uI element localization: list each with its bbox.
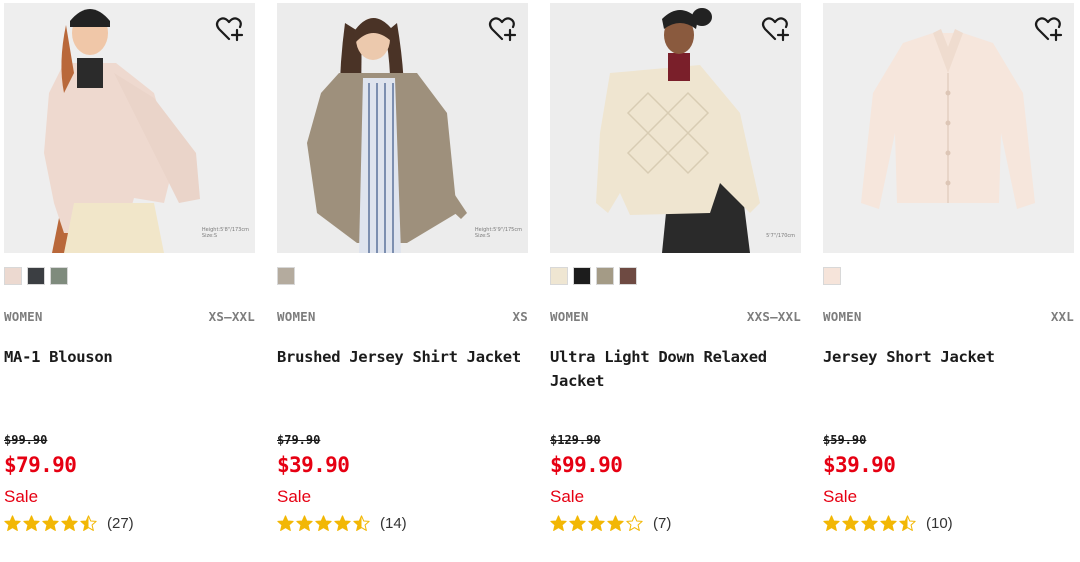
- sale-label: Sale: [550, 487, 585, 506]
- product-card[interactable]: Height:5'9"/175cm Size:S WOMEN XS Brushe…: [277, 3, 528, 543]
- review-count: (14): [380, 514, 407, 532]
- color-swatch[interactable]: [550, 267, 568, 285]
- model-size-caption: 5'7"/170cm: [766, 233, 795, 239]
- review-count: (7): [653, 514, 672, 532]
- sale-label: Sale: [277, 487, 312, 506]
- add-to-wishlist-heart-plus-icon[interactable]: [215, 15, 245, 43]
- product-card[interactable]: WOMEN XXL Jersey Short Jacket $59.90 $39…: [823, 3, 1074, 543]
- sale-label: Sale: [4, 487, 39, 506]
- star-full-icon: [569, 514, 586, 531]
- color-swatch[interactable]: [50, 267, 68, 285]
- rating[interactable]: (27): [4, 512, 134, 534]
- color-swatch[interactable]: [277, 267, 295, 285]
- product-name[interactable]: Jersey Short Jacket: [823, 345, 1074, 369]
- star-full-icon: [588, 514, 605, 531]
- star-rating: [277, 514, 370, 532]
- color-swatches: [550, 267, 637, 285]
- product-grid: Height:5'8"/173cm Size:S WOMEN XS–XXL MA…: [0, 0, 1080, 562]
- add-to-wishlist-heart-plus-icon[interactable]: [488, 15, 518, 43]
- model-size-caption: Height:5'8"/173cm Size:S: [201, 227, 249, 239]
- star-full-icon: [861, 514, 878, 531]
- size-range: XXL: [1050, 309, 1074, 324]
- sale-price: $99.90: [550, 453, 623, 477]
- color-swatches: [823, 267, 841, 285]
- product-name[interactable]: Ultra Light Down Relaxed Jacket: [550, 345, 801, 393]
- star-full-icon: [334, 514, 351, 531]
- product-image[interactable]: [823, 3, 1074, 253]
- star-empty-icon: [626, 514, 643, 531]
- star-rating: [4, 514, 97, 532]
- star-full-icon: [550, 514, 567, 531]
- rating[interactable]: (7): [550, 512, 671, 534]
- add-to-wishlist-heart-plus-icon[interactable]: [761, 15, 791, 43]
- product-meta: WOMEN XXL: [823, 309, 1074, 325]
- color-swatch[interactable]: [619, 267, 637, 285]
- color-swatch[interactable]: [27, 267, 45, 285]
- star-full-icon: [823, 514, 840, 531]
- review-count: (27): [107, 514, 134, 532]
- original-price: $99.90: [4, 433, 48, 447]
- star-full-icon: [23, 514, 40, 531]
- sale-price: $39.90: [277, 453, 350, 477]
- star-full-icon: [42, 514, 59, 531]
- add-to-wishlist-heart-plus-icon[interactable]: [1034, 15, 1064, 43]
- rating[interactable]: (14): [277, 512, 407, 534]
- star-rating: [823, 514, 916, 532]
- star-full-icon: [880, 514, 897, 531]
- sale-label: Sale: [823, 487, 858, 506]
- sale-price: $39.90: [823, 453, 896, 477]
- star-full-icon: [842, 514, 859, 531]
- gender-label: WOMEN: [277, 309, 316, 324]
- product-meta: WOMEN XS: [277, 309, 528, 325]
- color-swatch[interactable]: [573, 267, 591, 285]
- product-name[interactable]: MA-1 Blouson: [4, 345, 255, 369]
- color-swatch[interactable]: [823, 267, 841, 285]
- product-image[interactable]: 5'7"/170cm: [550, 3, 801, 253]
- review-count: (10): [926, 514, 953, 532]
- original-price: $129.90: [550, 433, 601, 447]
- star-half-icon: [80, 514, 97, 531]
- star-full-icon: [607, 514, 624, 531]
- color-swatches: [4, 267, 68, 285]
- original-price: $79.90: [277, 433, 321, 447]
- color-swatch[interactable]: [596, 267, 614, 285]
- product-meta: WOMEN XXS–XXL: [550, 309, 801, 325]
- product-card[interactable]: Height:5'8"/173cm Size:S WOMEN XS–XXL MA…: [4, 3, 255, 543]
- star-full-icon: [315, 514, 332, 531]
- product-card[interactable]: 5'7"/170cm WOMEN XXS–XXL Ultra Light Dow…: [550, 3, 801, 543]
- model-size-caption: Height:5'9"/175cm Size:S: [474, 227, 522, 239]
- star-full-icon: [277, 514, 294, 531]
- gender-label: WOMEN: [550, 309, 589, 324]
- star-full-icon: [4, 514, 21, 531]
- gender-label: WOMEN: [823, 309, 862, 324]
- product-image[interactable]: Height:5'9"/175cm Size:S: [277, 3, 528, 253]
- color-swatches: [277, 267, 295, 285]
- size-range: XS: [512, 309, 528, 324]
- product-meta: WOMEN XS–XXL: [4, 309, 255, 325]
- star-half-icon: [899, 514, 916, 531]
- size-range: XS–XXL: [208, 309, 255, 324]
- star-rating: [550, 514, 643, 532]
- star-full-icon: [296, 514, 313, 531]
- gender-label: WOMEN: [4, 309, 43, 324]
- product-name[interactable]: Brushed Jersey Shirt Jacket: [277, 345, 528, 369]
- color-swatch[interactable]: [4, 267, 22, 285]
- rating[interactable]: (10): [823, 512, 953, 534]
- star-half-icon: [353, 514, 370, 531]
- product-image[interactable]: Height:5'8"/173cm Size:S: [4, 3, 255, 253]
- sale-price: $79.90: [4, 453, 77, 477]
- star-full-icon: [61, 514, 78, 531]
- original-price: $59.90: [823, 433, 867, 447]
- size-range: XXS–XXL: [746, 309, 801, 324]
